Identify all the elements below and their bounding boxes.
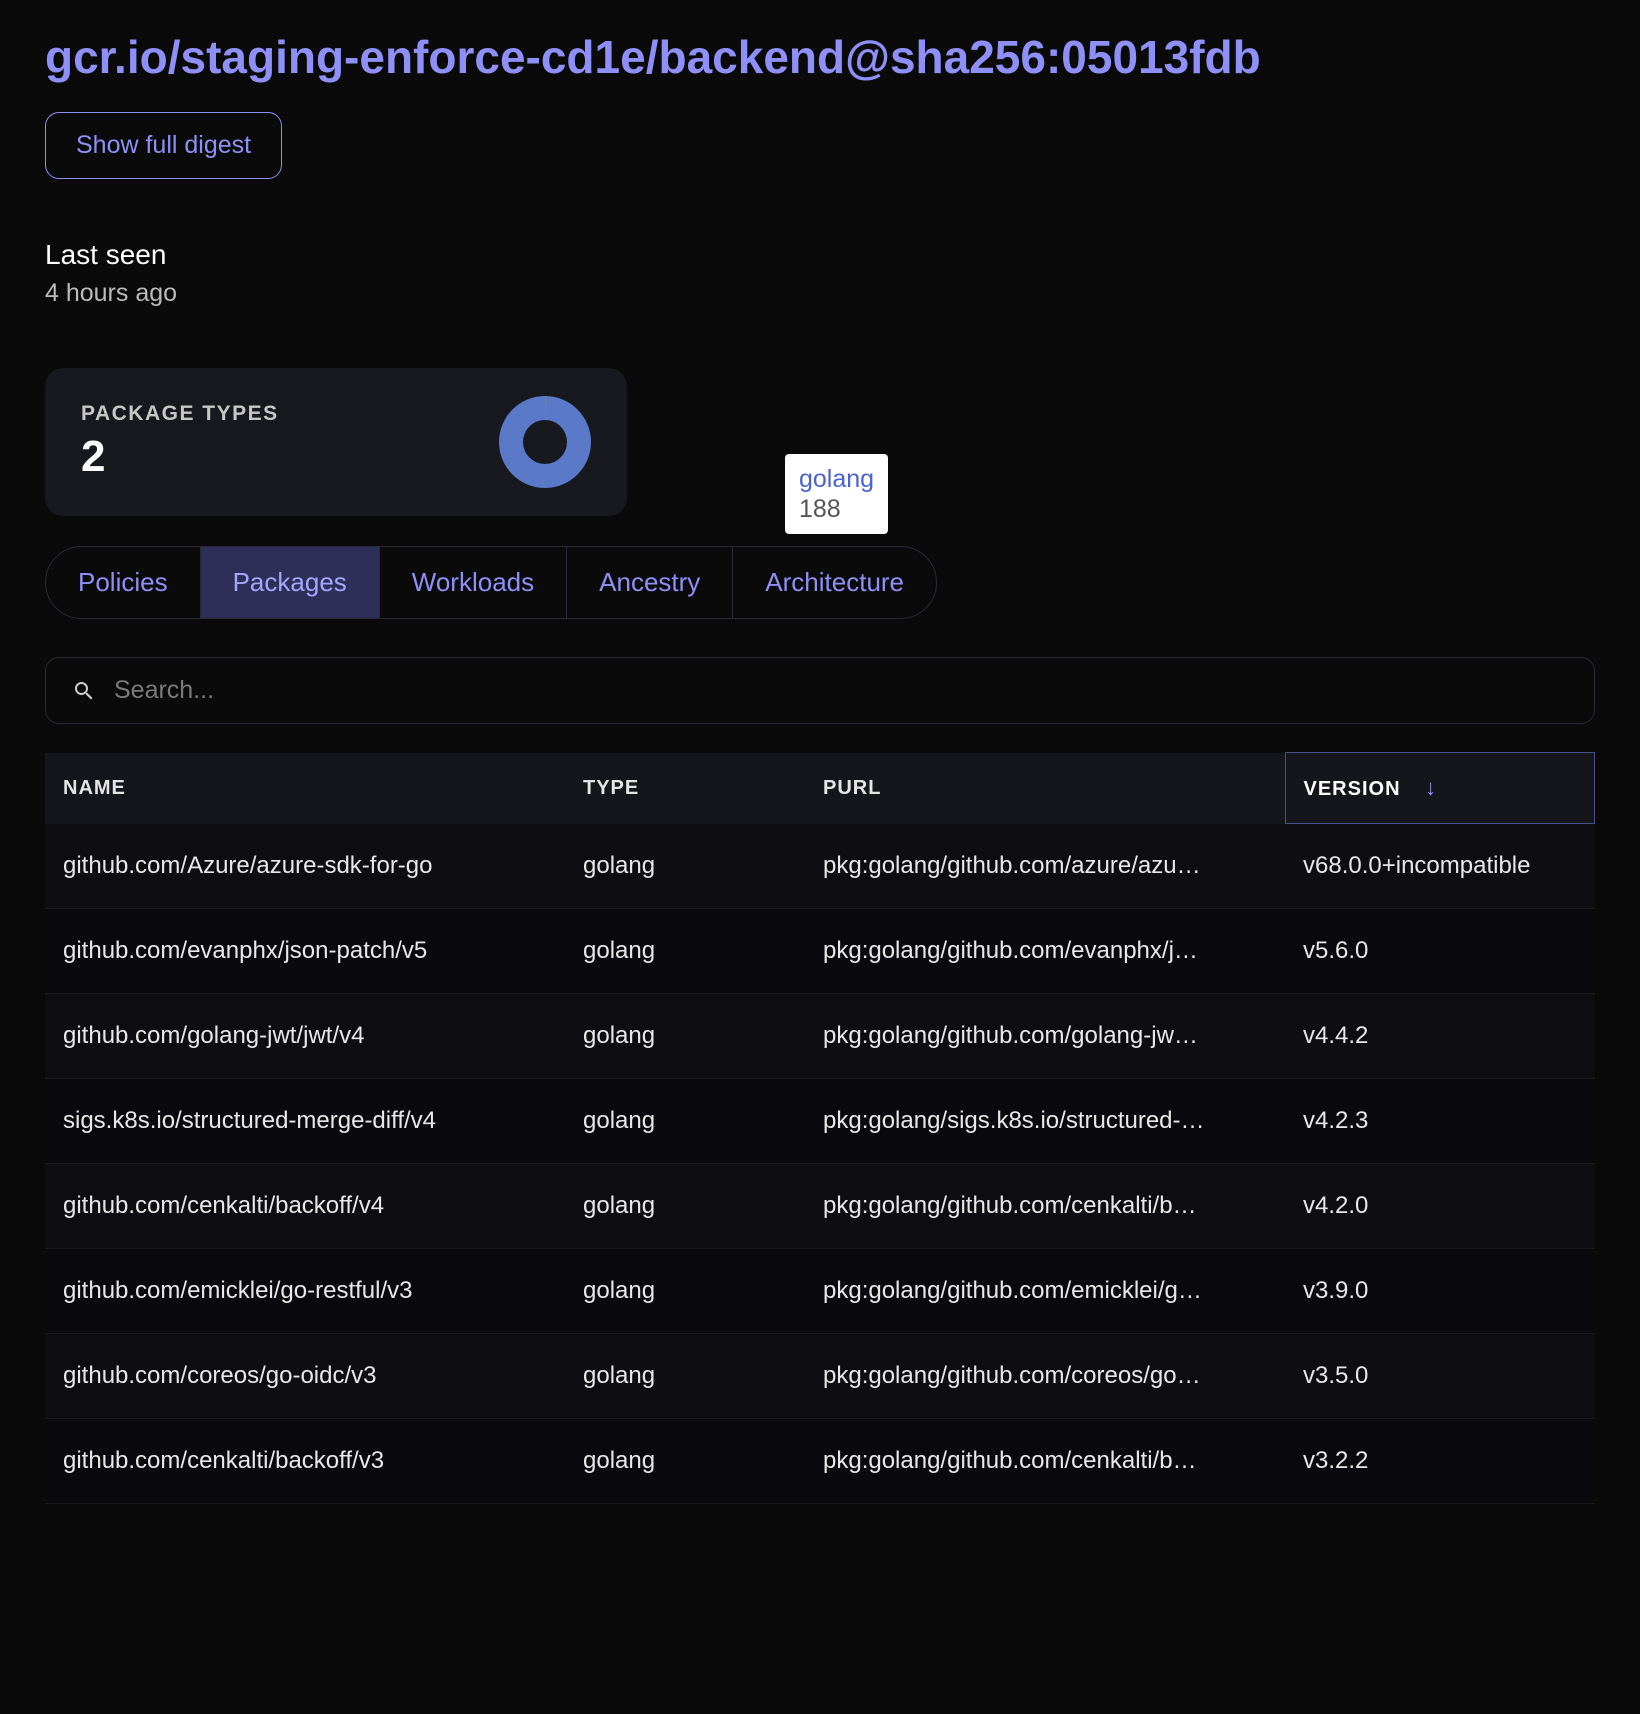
table-row[interactable]: github.com/emicklei/go-restful/v3golangp… bbox=[45, 1249, 1595, 1334]
cell-purl: pkg:golang/sigs.k8s.io/structured-… bbox=[805, 1079, 1285, 1164]
cell-name: github.com/Azure/azure-sdk-for-go bbox=[45, 824, 565, 909]
table-row[interactable]: github.com/cenkalti/backoff/v3golangpkg:… bbox=[45, 1419, 1595, 1504]
cell-purl: pkg:golang/github.com/cenkalti/b… bbox=[805, 1164, 1285, 1249]
tooltip-name: golang bbox=[799, 464, 874, 494]
table-header-row: NAME TYPE PURL VERSION ↓ bbox=[45, 753, 1595, 824]
tab-workloads[interactable]: Workloads bbox=[380, 547, 567, 618]
cell-name: github.com/emicklei/go-restful/v3 bbox=[45, 1249, 565, 1334]
cell-purl: pkg:golang/github.com/evanphx/j… bbox=[805, 909, 1285, 994]
cell-type: golang bbox=[565, 1419, 805, 1504]
cell-version: v4.2.0 bbox=[1285, 1164, 1595, 1249]
cell-name: github.com/golang-jwt/jwt/v4 bbox=[45, 994, 565, 1079]
show-full-digest-button[interactable]: Show full digest bbox=[45, 112, 282, 179]
cell-type: golang bbox=[565, 909, 805, 994]
cell-version: v3.2.2 bbox=[1285, 1419, 1595, 1504]
cell-name: github.com/evanphx/json-patch/v5 bbox=[45, 909, 565, 994]
table-row[interactable]: github.com/golang-jwt/jwt/v4golangpkg:go… bbox=[45, 994, 1595, 1079]
search-bar[interactable] bbox=[45, 657, 1595, 724]
cell-name: sigs.k8s.io/structured-merge-diff/v4 bbox=[45, 1079, 565, 1164]
tabs: PoliciesPackagesWorkloadsAncestryArchite… bbox=[45, 546, 937, 619]
cell-purl: pkg:golang/github.com/cenkalti/b… bbox=[805, 1419, 1285, 1504]
table-row[interactable]: github.com/Azure/azure-sdk-for-gogolangp… bbox=[45, 824, 1595, 909]
last-seen-block: Last seen 4 hours ago bbox=[45, 239, 1595, 308]
chart-tooltip: golang 188 bbox=[785, 454, 888, 534]
cell-type: golang bbox=[565, 994, 805, 1079]
cell-version: v3.5.0 bbox=[1285, 1334, 1595, 1419]
cell-version: v4.2.3 bbox=[1285, 1079, 1595, 1164]
table-row[interactable]: sigs.k8s.io/structured-merge-diff/v4gola… bbox=[45, 1079, 1595, 1164]
cell-version: v68.0.0+incompatible bbox=[1285, 824, 1595, 909]
cell-type: golang bbox=[565, 1334, 805, 1419]
search-input[interactable] bbox=[114, 676, 1568, 705]
cell-version: v3.9.0 bbox=[1285, 1249, 1595, 1334]
cell-type: golang bbox=[565, 824, 805, 909]
cell-purl: pkg:golang/github.com/emicklei/g… bbox=[805, 1249, 1285, 1334]
col-header-type[interactable]: TYPE bbox=[565, 753, 805, 824]
col-header-version[interactable]: VERSION ↓ bbox=[1285, 753, 1595, 824]
last-seen-label: Last seen bbox=[45, 239, 1595, 271]
cell-purl: pkg:golang/github.com/golang-jw… bbox=[805, 994, 1285, 1079]
col-header-version-label: VERSION bbox=[1304, 778, 1401, 800]
search-icon bbox=[72, 679, 96, 703]
table-row[interactable]: github.com/coreos/go-oidc/v3golangpkg:go… bbox=[45, 1334, 1595, 1419]
cell-type: golang bbox=[565, 1079, 805, 1164]
tab-policies[interactable]: Policies bbox=[46, 547, 201, 618]
package-types-count: 2 bbox=[81, 432, 279, 482]
package-types-card: PACKAGE TYPES 2 bbox=[45, 368, 627, 516]
cell-purl: pkg:golang/github.com/azure/azu… bbox=[805, 824, 1285, 909]
last-seen-value: 4 hours ago bbox=[45, 279, 1595, 308]
tooltip-value: 188 bbox=[799, 494, 874, 524]
cell-name: github.com/coreos/go-oidc/v3 bbox=[45, 1334, 565, 1419]
cell-version: v5.6.0 bbox=[1285, 909, 1595, 994]
col-header-purl[interactable]: PURL bbox=[805, 753, 1285, 824]
table-row[interactable]: github.com/evanphx/json-patch/v5golangpk… bbox=[45, 909, 1595, 994]
sort-desc-icon: ↓ bbox=[1425, 775, 1437, 800]
cell-name: github.com/cenkalti/backoff/v3 bbox=[45, 1419, 565, 1504]
cell-version: v4.4.2 bbox=[1285, 994, 1595, 1079]
cell-type: golang bbox=[565, 1164, 805, 1249]
table-row[interactable]: github.com/cenkalti/backoff/v4golangpkg:… bbox=[45, 1164, 1595, 1249]
tab-ancestry[interactable]: Ancestry bbox=[567, 547, 733, 618]
col-header-name[interactable]: NAME bbox=[45, 753, 565, 824]
tab-packages[interactable]: Packages bbox=[201, 547, 380, 618]
cell-type: golang bbox=[565, 1249, 805, 1334]
packages-table: NAME TYPE PURL VERSION ↓ github.com/Azur… bbox=[45, 752, 1595, 1504]
donut-chart-icon[interactable] bbox=[499, 396, 591, 488]
cell-name: github.com/cenkalti/backoff/v4 bbox=[45, 1164, 565, 1249]
cell-purl: pkg:golang/github.com/coreos/go… bbox=[805, 1334, 1285, 1419]
package-types-label: PACKAGE TYPES bbox=[81, 402, 279, 426]
tab-architecture[interactable]: Architecture bbox=[733, 547, 936, 618]
page-title[interactable]: gcr.io/staging-enforce-cd1e/backend@sha2… bbox=[45, 30, 1595, 84]
